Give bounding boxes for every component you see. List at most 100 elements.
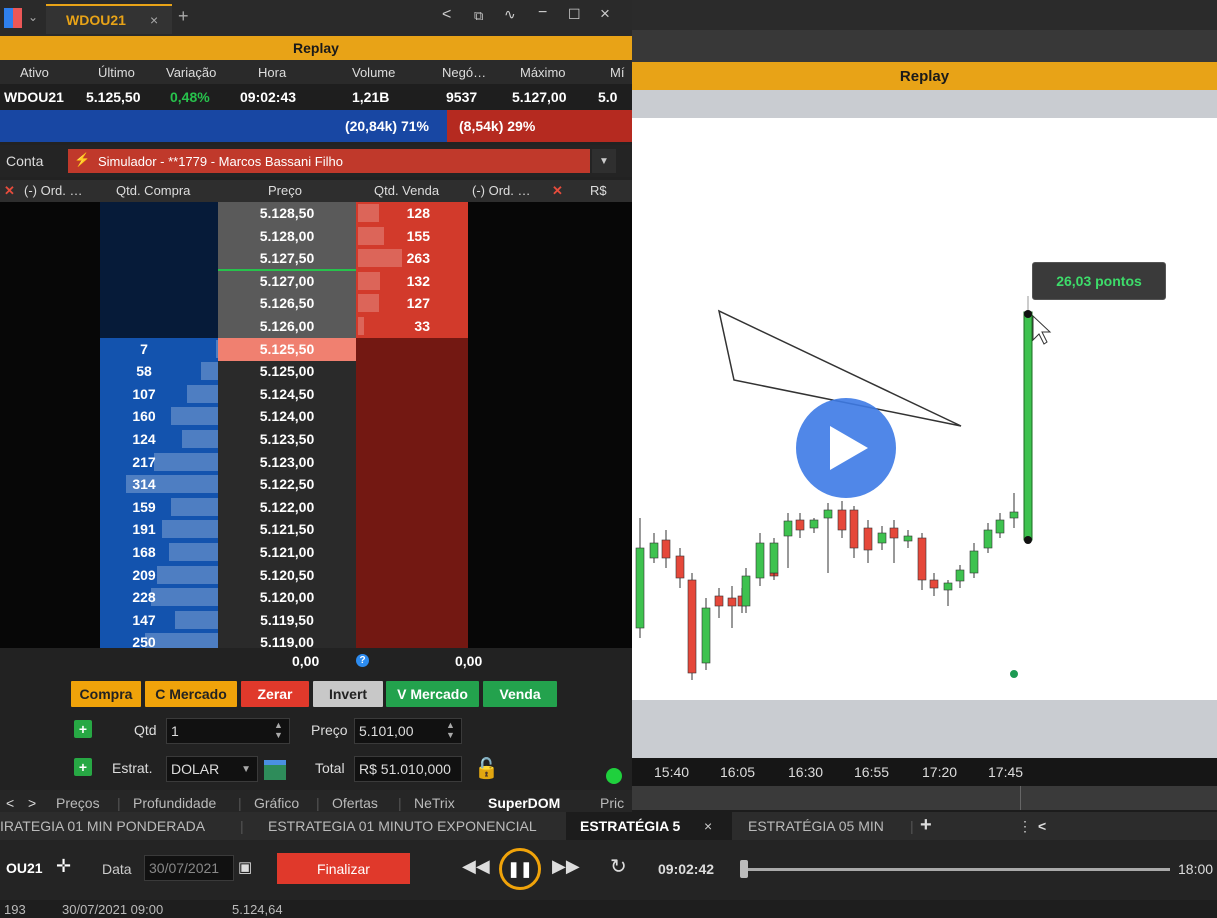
bid-row[interactable]: 58 5.125,00	[0, 360, 632, 383]
rewind-icon[interactable]: ◀◀	[462, 856, 490, 877]
lock-icon[interactable]: 🔓	[474, 756, 499, 781]
price-level[interactable]: 5.125,00	[218, 363, 356, 379]
minimize-icon[interactable]: −	[538, 4, 547, 22]
maximize-icon[interactable]: ☐	[568, 6, 581, 23]
bid-row[interactable]: 159 5.122,00	[0, 496, 632, 519]
ask-row[interactable]: 132 5.127,00	[0, 270, 632, 293]
replay-progress-handle[interactable]	[740, 860, 748, 878]
price-level[interactable]: 5.124,50	[218, 386, 356, 402]
add-tab-icon[interactable]: +	[178, 6, 189, 27]
qtd-input[interactable]: 1	[166, 718, 290, 744]
bid-row[interactable]: 217 5.123,00	[0, 451, 632, 474]
bid-row[interactable]: 314 5.122,50	[0, 473, 632, 496]
bid-quantity[interactable]: 159	[100, 499, 218, 515]
layout-icon[interactable]: ⧉	[474, 8, 483, 24]
bid-quantity[interactable]: 107	[100, 386, 218, 402]
bid-quantity[interactable]: 217	[100, 454, 218, 470]
replay-progress-track[interactable]	[740, 868, 1170, 871]
bid-quantity[interactable]: 124	[100, 431, 218, 447]
pause-button[interactable]: ❚❚	[499, 848, 541, 890]
info-icon[interactable]: ?	[356, 654, 369, 667]
ask-quantity[interactable]: 127	[356, 295, 468, 311]
bid-row[interactable]: 168 5.121,00	[0, 541, 632, 564]
chevron-down-icon[interactable]: ▼	[592, 149, 616, 173]
clear-sell-orders-icon[interactable]: ✕	[552, 183, 563, 199]
price-level[interactable]: 5.126,00	[218, 318, 356, 334]
bid-row[interactable]: 191 5.121,50	[0, 518, 632, 541]
bid-quantity[interactable]: 209	[100, 567, 218, 583]
ask-quantity[interactable]: 132	[356, 273, 468, 289]
price-level[interactable]: 5.121,50	[218, 521, 356, 537]
chevron-down-icon[interactable]: ⌄	[28, 10, 38, 24]
tab-netrix[interactable]: NeTrix	[414, 795, 455, 811]
strategy-editor-icon[interactable]	[264, 760, 286, 780]
more-icon[interactable]: ⋮	[1018, 818, 1032, 835]
preco-stepper-icon[interactable]: ▲ ▼	[446, 720, 455, 740]
strategy-tab-active[interactable]: ESTRATÉGIA 5 ×	[566, 812, 732, 840]
bid-row[interactable]: 7 5.125,50	[0, 338, 632, 361]
ask-row[interactable]: 127 5.126,50	[0, 292, 632, 315]
tab-ofertas[interactable]: Ofertas	[332, 795, 378, 811]
candlestick-chart[interactable]: 26,03 pontos	[632, 118, 1217, 700]
price-level[interactable]: 5.124,00	[218, 408, 356, 424]
bid-quantity[interactable]: 160	[100, 408, 218, 424]
finalize-button[interactable]: Finalizar	[277, 853, 410, 884]
ask-row[interactable]: 155 5.128,00	[0, 225, 632, 248]
bid-quantity[interactable]: 314	[100, 476, 218, 492]
price-level[interactable]: 5.120,50	[218, 567, 356, 583]
bid-quantity[interactable]: 147	[100, 612, 218, 628]
ask-quantity[interactable]: 33	[356, 318, 468, 334]
bid-quantity[interactable]: 191	[100, 521, 218, 537]
calendar-icon[interactable]: ▣	[238, 858, 252, 876]
tab-next-icon[interactable]: >	[28, 795, 36, 811]
play-button-overlay[interactable]	[796, 398, 896, 498]
strategy-tab[interactable]: ESTRATEGIA 01 MINUTO EXPONENCIAL	[268, 818, 537, 834]
chart-scrollbar[interactable]	[632, 786, 1217, 810]
tab-wdou21[interactable]: WDOU21 ×	[46, 4, 172, 34]
tab-superdom[interactable]: SuperDOM	[488, 795, 560, 811]
quote-row[interactable]: WDOU21 5.125,50 0,48% 09:02:43 1,21B 953…	[0, 84, 632, 110]
close-icon[interactable]: ×	[704, 818, 712, 834]
price-level[interactable]: 5.119,50	[218, 612, 356, 628]
ask-quantity[interactable]: 155	[356, 228, 468, 244]
v-mercado-button[interactable]: V Mercado	[386, 681, 479, 707]
price-level[interactable]: 5.128,00	[218, 228, 356, 244]
tab-grafico[interactable]: Gráfico	[254, 795, 299, 811]
close-icon[interactable]: ×	[150, 12, 158, 28]
strategy-tab[interactable]: IRATEGIA 01 MIN PONDERADA	[0, 818, 205, 834]
bid-row[interactable]: 160 5.124,00	[0, 405, 632, 428]
speed-icon[interactable]: ↻	[610, 854, 627, 879]
date-input[interactable]: 30/07/2021	[144, 855, 234, 881]
price-level[interactable]: 5.127,00	[218, 273, 356, 289]
chart-link-icon[interactable]: ∿	[504, 6, 516, 23]
price-level[interactable]: 5.119,00	[218, 634, 356, 648]
ask-row[interactable]: 128 5.128,50	[0, 202, 632, 225]
venda-button[interactable]: Venda	[483, 681, 557, 707]
ask-row[interactable]: 33 5.126,00	[0, 315, 632, 338]
price-level[interactable]: 5.123,50	[218, 431, 356, 447]
ask-row[interactable]: 263 5.127,50	[0, 247, 632, 270]
tab-profundidade[interactable]: Profundidade	[133, 795, 216, 811]
order-book[interactable]: 128 5.128,50 155 5.128,00 263 5.127,50 132 5.12…	[0, 202, 632, 648]
bid-row[interactable]: 228 5.120,00	[0, 586, 632, 609]
price-level[interactable]: 5.121,00	[218, 544, 356, 560]
bid-quantity[interactable]: 228	[100, 589, 218, 605]
invert-button[interactable]: Invert	[313, 681, 383, 707]
bid-quantity[interactable]: 250	[100, 634, 218, 648]
price-level[interactable]: 5.123,00	[218, 454, 356, 470]
compra-button[interactable]: Compra	[71, 681, 141, 707]
strategy-tab[interactable]: ESTRATÉGIA 05 MIN	[748, 818, 884, 834]
add-icon[interactable]: +	[74, 758, 92, 776]
bid-row[interactable]: 124 5.123,50	[0, 428, 632, 451]
price-level[interactable]: 5.122,50	[218, 476, 356, 492]
price-level[interactable]: 5.120,00	[218, 589, 356, 605]
zerar-button[interactable]: Zerar	[241, 681, 309, 707]
price-level[interactable]: 5.127,50	[218, 250, 356, 266]
estrat-select[interactable]: DOLAR ▼	[166, 756, 258, 782]
chevron-left-icon[interactable]: <	[1038, 818, 1046, 834]
bid-row[interactable]: 250 5.119,00	[0, 631, 632, 648]
crosshair-icon[interactable]: ✛	[56, 856, 71, 877]
tab-pric[interactable]: Pric	[600, 795, 624, 811]
price-level[interactable]: 5.122,00	[218, 499, 356, 515]
bid-quantity[interactable]: 7	[100, 341, 218, 357]
